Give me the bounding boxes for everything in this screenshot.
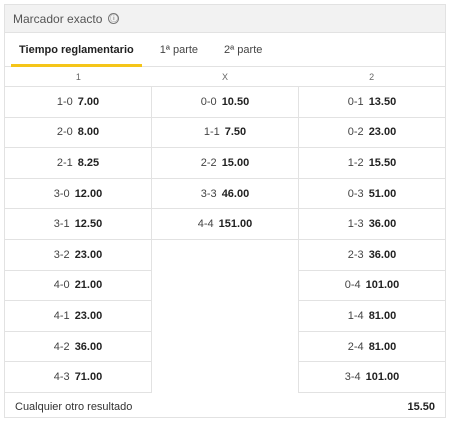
score-label: 4-0 — [53, 279, 70, 292]
score-label: 4-2 — [53, 340, 70, 353]
odd-value: 15.50 — [368, 156, 397, 169]
odd-value: 7.50 — [224, 126, 247, 139]
away-odds-button[interactable]: 0-1 13.50 — [299, 87, 445, 118]
score-label: 1-2 — [347, 156, 364, 169]
away-odds-button[interactable]: 1-2 15.50 — [299, 148, 445, 179]
odd-value: 81.00 — [368, 340, 397, 353]
odd-value: 23.00 — [74, 309, 103, 322]
any-other-result-row[interactable]: Cualquier otro resultado 15.50 — [5, 393, 445, 421]
odd-value: 21.00 — [74, 279, 103, 292]
odd-value: 15.00 — [221, 156, 250, 169]
draw-odds-button[interactable]: 4-4 151.00 — [152, 209, 298, 240]
score-label: 2-3 — [347, 248, 364, 261]
odd-value: 7.00 — [77, 95, 100, 108]
draw-odds-button[interactable]: 0-0 10.50 — [152, 87, 298, 118]
odd-value: 8.25 — [77, 156, 100, 169]
home-odds-button[interactable]: 3-0 12.00 — [5, 178, 151, 210]
odd-value: 12.00 — [74, 187, 103, 200]
odd-value: 8.00 — [77, 126, 100, 139]
away-odds-button[interactable]: 0-4 101.00 — [299, 270, 445, 302]
score-label: 4-3 — [53, 371, 70, 384]
odd-value: 36.00 — [368, 248, 397, 261]
score-label: 1-0 — [56, 95, 73, 108]
away-odds-button[interactable]: 1-4 81.00 — [299, 301, 445, 332]
column-header-home: 1 — [75, 72, 81, 82]
period-tabs: Tiempo reglamentario 1ª parte 2ª parte — [5, 33, 445, 67]
score-label: 0-2 — [347, 126, 364, 139]
exact-score-market: Marcador exacto ⓘ Tiempo reglamentario 1… — [4, 4, 446, 418]
draw-odds-button[interactable]: 2-2 15.00 — [152, 148, 298, 179]
home-odds-button[interactable]: 2-1 8.25 — [5, 148, 151, 179]
score-label: 3-4 — [344, 371, 361, 384]
tab-regular-time[interactable]: Tiempo reglamentario — [11, 33, 142, 67]
score-label: 3-3 — [200, 187, 217, 200]
score-label: 2-4 — [347, 340, 364, 353]
home-column: 1-0 7.00 2-0 8.00 2-1 8.25 3-0 12.00 3-1 12.50 3-2… — [5, 87, 151, 393]
info-icon[interactable]: ⓘ — [108, 13, 120, 24]
column-header-draw: X — [222, 72, 229, 82]
score-label: 0-4 — [344, 279, 361, 292]
away-odds-button[interactable]: 2-3 36.00 — [299, 239, 445, 271]
odds-grid: 1-0 7.00 2-0 8.00 2-1 8.25 3-0 12.00 3-1 12.50 3-2… — [5, 87, 445, 393]
any-other-result-odd: 15.50 — [407, 400, 435, 413]
draw-odds-button[interactable]: 1-1 7.50 — [152, 117, 298, 149]
column-headers: 1 X 2 — [5, 67, 445, 87]
odd-value: 151.00 — [218, 218, 253, 231]
tab-second-half[interactable]: 2ª parte — [216, 33, 270, 66]
odd-value: 13.50 — [368, 95, 397, 108]
draw-odds-button[interactable]: 3-3 46.00 — [152, 178, 298, 210]
away-column: 0-1 13.50 0-2 23.00 1-2 15.50 0-3 51.00 1-3 36.00… — [298, 87, 445, 393]
odd-value: 36.00 — [74, 340, 103, 353]
home-odds-button[interactable]: 4-1 23.00 — [5, 301, 151, 332]
score-label: 2-2 — [200, 156, 217, 169]
column-header-away: 2 — [369, 72, 375, 82]
home-odds-button[interactable]: 4-2 36.00 — [5, 331, 151, 363]
score-label: 3-2 — [53, 248, 70, 261]
score-label: 1-3 — [347, 218, 364, 231]
home-odds-button[interactable]: 2-0 8.00 — [5, 117, 151, 149]
home-odds-button[interactable]: 3-2 23.00 — [5, 239, 151, 271]
score-label: 0-3 — [347, 187, 364, 200]
odd-value: 51.00 — [368, 187, 397, 200]
score-label: 3-0 — [53, 187, 70, 200]
market-header: Marcador exacto ⓘ — [5, 5, 445, 33]
score-label: 1-1 — [203, 126, 220, 139]
away-odds-button[interactable]: 0-3 51.00 — [299, 178, 445, 210]
odd-value: 23.00 — [368, 126, 397, 139]
home-odds-button[interactable]: 3-1 12.50 — [5, 209, 151, 240]
score-label: 2-0 — [56, 126, 73, 139]
tab-first-half[interactable]: 1ª parte — [152, 33, 206, 66]
odd-value: 23.00 — [74, 248, 103, 261]
draw-column: 0-0 10.50 1-1 7.50 2-2 15.00 3-3 46.00 4-4 151.00 — [151, 87, 298, 393]
market-title: Marcador exacto — [13, 11, 103, 26]
score-label: 1-4 — [347, 309, 364, 322]
odd-value: 46.00 — [221, 187, 250, 200]
away-odds-button[interactable]: 3-4 101.00 — [299, 362, 445, 393]
away-odds-button[interactable]: 1-3 36.00 — [299, 209, 445, 240]
score-label: 4-1 — [53, 309, 70, 322]
score-label: 0-0 — [200, 95, 217, 108]
score-label: 0-1 — [347, 95, 364, 108]
odd-value: 81.00 — [368, 309, 397, 322]
any-other-result-label: Cualquier otro resultado — [15, 400, 133, 413]
odd-value: 71.00 — [74, 371, 103, 384]
odd-value: 36.00 — [368, 218, 397, 231]
home-odds-button[interactable]: 1-0 7.00 — [5, 87, 151, 118]
home-odds-button[interactable]: 4-0 21.00 — [5, 270, 151, 302]
odd-value: 10.50 — [221, 95, 250, 108]
away-odds-button[interactable]: 2-4 81.00 — [299, 331, 445, 363]
odd-value: 12.50 — [74, 218, 103, 231]
score-label: 2-1 — [56, 156, 73, 169]
score-label: 3-1 — [53, 218, 70, 231]
home-odds-button[interactable]: 4-3 71.00 — [5, 362, 151, 393]
odd-value: 101.00 — [365, 279, 400, 292]
away-odds-button[interactable]: 0-2 23.00 — [299, 117, 445, 149]
odd-value: 101.00 — [365, 371, 400, 384]
score-label: 4-4 — [197, 218, 214, 231]
